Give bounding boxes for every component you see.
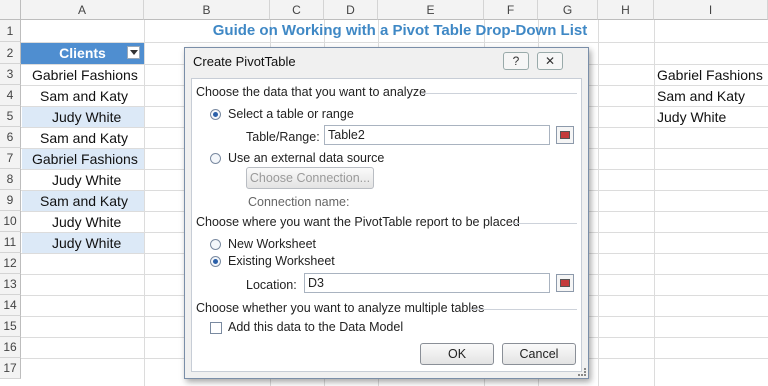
row-header-14[interactable]: 14 — [0, 295, 21, 316]
gridline — [654, 20, 655, 386]
radio-existing-worksheet[interactable] — [210, 256, 221, 267]
section-placement-heading: Choose where you want the PivotTable rep… — [196, 215, 520, 229]
cell-a5[interactable]: Judy White — [22, 107, 144, 127]
data-model-checkbox-label[interactable]: Add this data to the Data Model — [228, 320, 403, 334]
sheet-title: Guide on Working with a Pivot Table Drop… — [212, 22, 588, 39]
divider — [470, 309, 577, 310]
ok-button[interactable]: OK — [420, 343, 494, 365]
row-header-13[interactable]: 13 — [0, 274, 21, 295]
row-header-5[interactable]: 5 — [0, 106, 21, 127]
choose-connection-button[interactable]: Choose Connection... — [246, 167, 374, 189]
gridline — [144, 20, 145, 386]
radio-select-table-label[interactable]: Select a table or range — [228, 107, 354, 121]
radio-new-worksheet-label[interactable]: New Worksheet — [228, 237, 316, 251]
dialog-body: Choose the data that you want to analyze… — [191, 78, 582, 372]
row-header-15[interactable]: 15 — [0, 316, 21, 337]
column-header-h[interactable]: H — [598, 0, 654, 20]
row-header-9[interactable]: 9 — [0, 190, 21, 211]
cell-a9[interactable]: Sam and Katy — [22, 191, 144, 211]
table-range-label: Table/Range: — [246, 130, 320, 144]
cell-a4[interactable]: Sam and Katy — [22, 86, 144, 106]
cell-i5[interactable]: Judy White — [657, 107, 768, 127]
radio-select-table[interactable] — [210, 109, 221, 120]
row-header-3[interactable]: 3 — [0, 64, 21, 85]
close-button[interactable]: ✕ — [537, 52, 563, 70]
divider — [514, 223, 577, 224]
range-picker-icon[interactable] — [556, 126, 574, 144]
row-header-10[interactable]: 10 — [0, 211, 21, 232]
cell-a7[interactable]: Gabriel Fashions — [22, 149, 144, 169]
filter-dropdown-icon[interactable] — [127, 46, 140, 59]
column-header-e[interactable]: E — [378, 0, 484, 20]
create-pivottable-dialog: Create PivotTable ? ✕ Choose the data th… — [184, 47, 589, 379]
radio-external-source[interactable] — [210, 153, 221, 164]
cell-a10[interactable]: Judy White — [22, 212, 144, 232]
column-header-i[interactable]: I — [654, 0, 768, 20]
cell-i4[interactable]: Sam and Katy — [657, 86, 768, 106]
row-header-4[interactable]: 4 — [0, 85, 21, 106]
cancel-button[interactable]: Cancel — [502, 343, 576, 365]
cell-a3[interactable]: Gabriel Fashions — [22, 65, 144, 85]
row-header-16[interactable]: 16 — [0, 337, 21, 358]
column-header-b[interactable]: B — [144, 0, 270, 20]
dialog-title: Create PivotTable — [193, 54, 296, 69]
column-header-a[interactable]: A — [21, 0, 144, 20]
row-header-17[interactable]: 17 — [0, 358, 21, 379]
section-multiple-tables-heading: Choose whether you want to analyze multi… — [196, 301, 485, 315]
row-header-7[interactable]: 7 — [0, 148, 21, 169]
radio-existing-worksheet-label[interactable]: Existing Worksheet — [228, 254, 335, 268]
column-header-g[interactable]: G — [538, 0, 598, 20]
row-header-1[interactable]: 1 — [0, 20, 21, 42]
radio-external-source-label[interactable]: Use an external data source — [228, 151, 384, 165]
clients-header-cell[interactable]: Clients — [21, 43, 144, 64]
resize-grip-icon[interactable] — [578, 368, 586, 376]
row-header-8[interactable]: 8 — [0, 169, 21, 190]
cell-i3[interactable]: Gabriel Fashions — [657, 65, 768, 85]
location-input[interactable]: D3 — [304, 273, 550, 293]
clients-header-label: Clients — [59, 45, 106, 61]
gridline — [598, 20, 599, 386]
location-picker-icon[interactable] — [556, 274, 574, 292]
divider — [422, 93, 577, 94]
column-header-c[interactable]: C — [270, 0, 324, 20]
row-header-2[interactable]: 2 — [0, 42, 21, 64]
cell-a6[interactable]: Sam and Katy — [22, 128, 144, 148]
column-header-d[interactable]: D — [324, 0, 378, 20]
row-header-11[interactable]: 11 — [0, 232, 21, 253]
location-label: Location: — [246, 278, 297, 292]
connection-name-label: Connection name: — [248, 195, 350, 209]
row-header-12[interactable]: 12 — [0, 253, 21, 274]
table-range-input[interactable]: Table2 — [324, 125, 550, 145]
row-header-6[interactable]: 6 — [0, 127, 21, 148]
radio-new-worksheet[interactable] — [210, 239, 221, 250]
cell-a8[interactable]: Judy White — [22, 170, 144, 190]
help-button[interactable]: ? — [503, 52, 529, 70]
column-header-f[interactable]: F — [484, 0, 538, 20]
data-model-checkbox[interactable] — [210, 322, 222, 334]
select-all-corner[interactable] — [0, 0, 21, 20]
cell-a11[interactable]: Judy White — [22, 233, 144, 253]
section-data-heading: Choose the data that you want to analyze — [196, 85, 427, 99]
